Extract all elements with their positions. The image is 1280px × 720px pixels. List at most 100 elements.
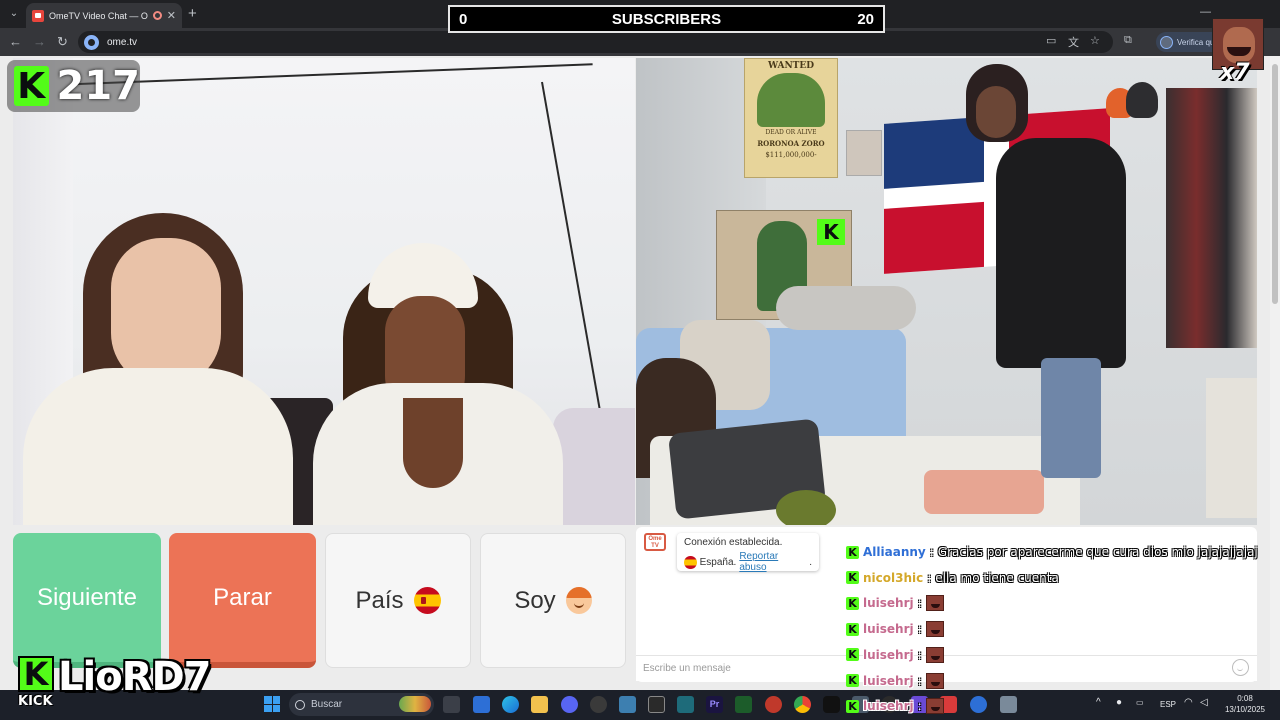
partner-country: España. [699,556,737,568]
chrome-icon[interactable] [794,696,811,713]
black-cap [1126,82,1158,118]
gender-button[interactable]: Soy [480,533,626,668]
spain-flag-icon [413,587,441,614]
keyboard-icon[interactable]: ▭ [1136,698,1144,707]
address-bar[interactable]: ome.tv [78,31,1113,53]
volume-icon[interactable]: ◁ [1200,697,1208,708]
app-icon[interactable] [970,696,987,713]
reload-button[interactable]: ↻ [57,34,68,50]
new-tab-button[interactable]: + [188,5,197,22]
poster-wanted-text: WANTED [767,61,815,71]
kick-chat-message: Kluisehrj: [846,696,944,716]
chat-separator: : [917,647,922,662]
chat-username: nicol3hic [863,570,924,585]
back-button[interactable]: ← [9,34,22,50]
clothes-rack [1166,88,1257,348]
poster-portrait [757,73,825,127]
chat-message-text: Gracias por aparecerme que cura dios mio… [937,545,1258,559]
translate-icon[interactable]: 文 [1068,34,1079,50]
ometv-favicon-icon [32,9,44,22]
kick-chat-message: Kluisehrj: [846,645,944,665]
next-button[interactable]: Siguiente [13,533,161,668]
forward-button[interactable]: → [33,34,46,50]
kick-chat-message: Kluisehrj: [846,593,944,613]
chat-separator: : [917,699,922,714]
scrollbar-thumb[interactable] [1272,64,1278,304]
report-link-period: . [809,556,812,568]
tray-chevron-icon[interactable]: ^ [1096,697,1101,708]
chat-username: luisehrj [863,673,914,688]
task-view-icon[interactable] [443,696,460,713]
wall-photo [846,130,882,176]
person-2-neck [403,398,463,488]
country-button[interactable]: País [325,533,471,668]
chat-emote-icon [925,621,944,638]
app-icon[interactable] [1000,696,1017,713]
streamer-video: WANTED DEAD OR ALIVE RORONOA ZORO $111,0… [636,58,1257,525]
app-icon[interactable] [619,696,636,713]
discord-icon[interactable] [561,696,578,713]
chat-username: luisehrj [863,622,914,637]
report-abuse-link[interactable]: Reportar abuso [739,551,806,573]
language-indicator[interactable]: ESP [1160,700,1176,709]
browser-tab-ometv[interactable]: OmeTV Video Chat — Ome ✕ [26,3,182,28]
kick-chat-message: K Alliaanny: Gracias por aparecerme que cu… [846,542,1258,562]
premiere-pro-icon[interactable]: Pr [706,696,723,713]
app-icon[interactable] [735,696,752,713]
system-message: Conexión establecida. España. Reportar a… [677,533,819,573]
app-icon[interactable] [765,696,782,713]
profile-chip-label: Verifica qu [1177,37,1215,47]
pillow [553,408,635,525]
kick-badge-icon: K [846,545,859,559]
page-scrollbar[interactable] [1270,56,1280,690]
site-info-icon[interactable] [84,34,99,50]
cardboard-box [1206,378,1257,518]
stop-button[interactable]: Parar [169,533,316,668]
subscriber-goal-title: SUBSCRIBERS [611,10,722,28]
chat-username: luisehrj [863,699,914,714]
person-1-hoodie [23,368,293,525]
close-tab-icon[interactable]: ✕ [167,9,176,22]
platform-label: KICK [18,694,53,709]
message-input[interactable]: Escribe un mensaje [636,655,1257,681]
stranger-video [13,58,635,525]
kick-badge-icon: K [846,674,859,687]
system-clock[interactable]: 0:08 13/10/2025 [1222,693,1268,715]
ometv-chat-logo-icon: Ome TV [644,533,666,551]
country-button-label: País [355,586,404,614]
file-explorer-icon[interactable] [531,696,548,713]
viewer-count: 217 [56,63,141,109]
windows-start-icon[interactable] [264,696,280,712]
extensions-icon[interactable]: ⧉ [1124,34,1132,47]
tiktok-icon[interactable] [823,696,840,713]
emoji-picker-icon[interactable] [1232,659,1249,676]
taskbar-search-placeholder: Buscar [311,699,343,710]
recording-indicator-icon [152,11,162,20]
minimize-window-icon[interactable]: — [1200,6,1211,18]
kick-badge-icon: K [846,571,859,585]
wifi-icon[interactable]: ◠ [1184,697,1193,708]
bed-pillow [776,286,916,330]
streamer-name: LioRD7 [58,654,212,700]
kick-chat-message: Kluisehrj: [846,671,944,691]
chat-separator: : [929,545,934,559]
app-icon[interactable] [473,696,490,713]
clock-time: 0:08 [1237,694,1253,703]
microphone-icon[interactable]: ● [1116,697,1122,708]
streamer-robe [996,138,1126,368]
tab-search-icon[interactable]: ⌄ [6,6,22,22]
edge-browser-icon[interactable] [502,696,519,713]
chat-username: luisehrj [863,596,914,611]
chat-separator: : [917,622,922,637]
cast-icon[interactable]: ▭ [1046,34,1056,47]
poster-name-text: RORONOA ZORO [757,139,825,148]
url-text: ome.tv [107,36,138,48]
epic-games-icon[interactable] [648,696,665,713]
poster-dead-alive-text: DEAD OR ALIVE [765,129,817,136]
obs-icon[interactable] [590,696,607,713]
app-icon[interactable] [677,696,694,713]
bookmark-star-icon[interactable]: ☆ [1090,34,1100,47]
kick-badge-icon: K [846,622,859,636]
chat-separator: : [917,596,922,611]
wanted-poster: WANTED DEAD OR ALIVE RORONOA ZORO $111,0… [744,58,838,178]
